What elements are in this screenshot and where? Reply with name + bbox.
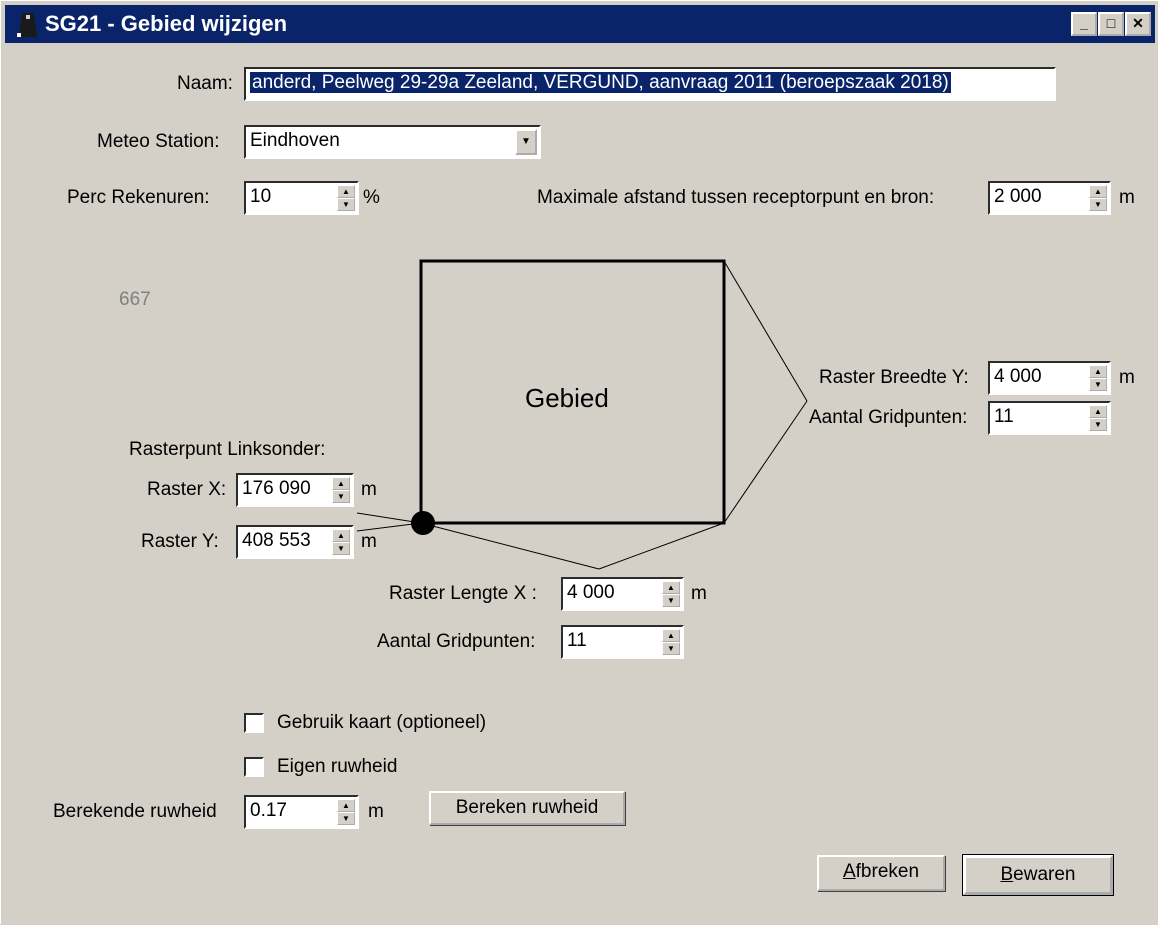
perc-label: Perc Rekenuren: — [67, 187, 210, 208]
raster-lengte-spinner[interactable]: ▲ ▼ — [662, 581, 680, 607]
spin-down-icon[interactable]: ▼ — [332, 490, 350, 503]
spin-up-icon[interactable]: ▲ — [662, 581, 680, 594]
gridpunten-y-spinner[interactable]: ▲ ▼ — [1089, 405, 1107, 431]
spin-up-icon[interactable]: ▲ — [1089, 365, 1107, 378]
naam-label: Naam: — [177, 73, 233, 94]
afbreken-mnemonic: A — [842, 861, 856, 882]
gebied-label: Gebied — [525, 383, 609, 413]
bewaren-mnemonic: B — [1000, 864, 1014, 885]
lengte-pointer-right — [598, 522, 725, 570]
gridpunten-y-label: Aantal Gridpunten: — [809, 407, 968, 428]
spin-up-icon[interactable]: ▲ — [1089, 405, 1107, 418]
spin-down-icon[interactable]: ▼ — [332, 542, 350, 555]
raster-y-spinner[interactable]: ▲ ▼ — [332, 529, 350, 555]
naam-input[interactable]: anderd, Peelweg 29-29a Zeeland, VERGUND,… — [244, 67, 1056, 101]
berekende-ruwheid-value: 0.17 — [250, 800, 287, 821]
perc-unit: % — [363, 187, 380, 208]
meteo-label: Meteo Station: — [97, 131, 220, 152]
perc-rekenuren-input[interactable]: 10 ▲ ▼ — [244, 181, 359, 215]
perc-spinner[interactable]: ▲ ▼ — [337, 185, 355, 211]
gridpunten-y-input[interactable]: 11 ▲ ▼ — [988, 401, 1111, 435]
lengte-pointer-left — [420, 522, 600, 570]
berekende-ruwheid-spinner[interactable]: ▲ ▼ — [337, 799, 355, 825]
spin-up-icon[interactable]: ▲ — [1089, 185, 1107, 198]
spin-up-icon[interactable]: ▲ — [662, 629, 680, 642]
raster-lengte-value: 4 000 — [567, 582, 615, 603]
raster-breedte-unit: m — [1119, 367, 1135, 388]
raster-breedte-spinner[interactable]: ▲ ▼ — [1089, 365, 1107, 391]
naam-value: anderd, Peelweg 29-29a Zeeland, VERGUND,… — [250, 72, 951, 93]
raster-y-label: Raster Y: — [141, 531, 219, 552]
raster-y-input[interactable]: 408 553 ▲ ▼ — [236, 525, 354, 559]
spin-down-icon[interactable]: ▼ — [1089, 378, 1107, 391]
origin-point — [411, 511, 435, 535]
afbreken-button[interactable]: Afbreken — [817, 855, 945, 891]
spin-down-icon[interactable]: ▼ — [337, 812, 355, 825]
spin-up-icon[interactable]: ▲ — [337, 799, 355, 812]
max-afstand-unit: m — [1119, 187, 1135, 208]
raster-x-input[interactable]: 176 090 ▲ ▼ — [236, 473, 354, 507]
gridpunten-y-value: 11 — [994, 406, 1014, 427]
spin-up-icon[interactable]: ▲ — [337, 185, 355, 198]
gray-number: 667 — [119, 289, 151, 310]
gridpunten-x-label: Aantal Gridpunten: — [377, 631, 536, 652]
rasterpunt-heading: Rasterpunt Linksonder: — [129, 439, 326, 460]
breedte-pointer-top — [723, 260, 808, 402]
gridpunten-x-value: 11 — [567, 630, 587, 651]
spin-down-icon[interactable]: ▼ — [662, 642, 680, 655]
raster-y-value: 408 553 — [242, 530, 311, 551]
max-afstand-input[interactable]: 2 000 ▲ ▼ — [988, 181, 1111, 215]
spin-down-icon[interactable]: ▼ — [1089, 198, 1107, 211]
berekende-ruwheid-label: Berekende ruwheid — [53, 801, 217, 822]
meteo-value: Eindhoven — [250, 130, 340, 151]
berekende-ruwheid-input[interactable]: 0.17 ▲ ▼ — [244, 795, 359, 829]
bewaren-label: ewaren — [1013, 864, 1076, 885]
raster-lengte-input[interactable]: 4 000 ▲ ▼ — [561, 577, 684, 611]
max-afstand-spinner[interactable]: ▲ ▼ — [1089, 185, 1107, 211]
raster-lengte-unit: m — [691, 583, 707, 604]
berekende-ruwheid-unit: m — [368, 801, 384, 822]
spin-down-icon[interactable]: ▼ — [1089, 418, 1107, 431]
gridpunten-x-spinner[interactable]: ▲ ▼ — [662, 629, 680, 655]
eigen-ruwheid-label: Eigen ruwheid — [277, 756, 398, 777]
raster-x-label: Raster X: — [147, 479, 227, 500]
raster-breedte-label: Raster Breedte Y: — [819, 367, 969, 388]
raster-x-value: 176 090 — [242, 478, 311, 499]
spin-down-icon[interactable]: ▼ — [662, 594, 680, 607]
breedte-pointer-bottom — [723, 400, 808, 524]
spin-up-icon[interactable]: ▲ — [332, 477, 350, 490]
dialog-window: SG21 - Gebied wijzigen _ □ ✕ Naam: ander… — [0, 0, 1158, 924]
raster-y-unit: m — [361, 531, 377, 552]
dropdown-arrow-icon[interactable]: ▼ — [515, 129, 537, 155]
gebruik-kaart-checkbox[interactable] — [244, 713, 264, 733]
spin-up-icon[interactable]: ▲ — [332, 529, 350, 542]
gridpunten-x-input[interactable]: 11 ▲ ▼ — [561, 625, 684, 659]
eigen-ruwheid-checkbox[interactable] — [244, 757, 264, 777]
max-afstand-value: 2 000 — [994, 186, 1042, 207]
raster-breedte-input[interactable]: 4 000 ▲ ▼ — [988, 361, 1111, 395]
raster-lengte-label: Raster Lengte X : — [389, 583, 537, 604]
raster-breedte-value: 4 000 — [994, 366, 1042, 387]
perc-value: 10 — [250, 186, 272, 207]
meteo-station-select[interactable]: Eindhoven ▼ — [244, 125, 541, 159]
afbreken-label: fbreken — [855, 861, 920, 882]
max-afstand-label: Maximale afstand tussen receptorpunt en … — [537, 187, 935, 208]
gebruik-kaart-label: Gebruik kaart (optioneel) — [277, 712, 487, 733]
bereken-ruwheid-button[interactable]: Bereken ruwheid — [429, 791, 625, 825]
raster-x-spinner[interactable]: ▲ ▼ — [332, 477, 350, 503]
bewaren-button[interactable]: Bewaren — [962, 854, 1114, 896]
spin-down-icon[interactable]: ▼ — [337, 198, 355, 211]
raster-x-unit: m — [361, 479, 377, 500]
